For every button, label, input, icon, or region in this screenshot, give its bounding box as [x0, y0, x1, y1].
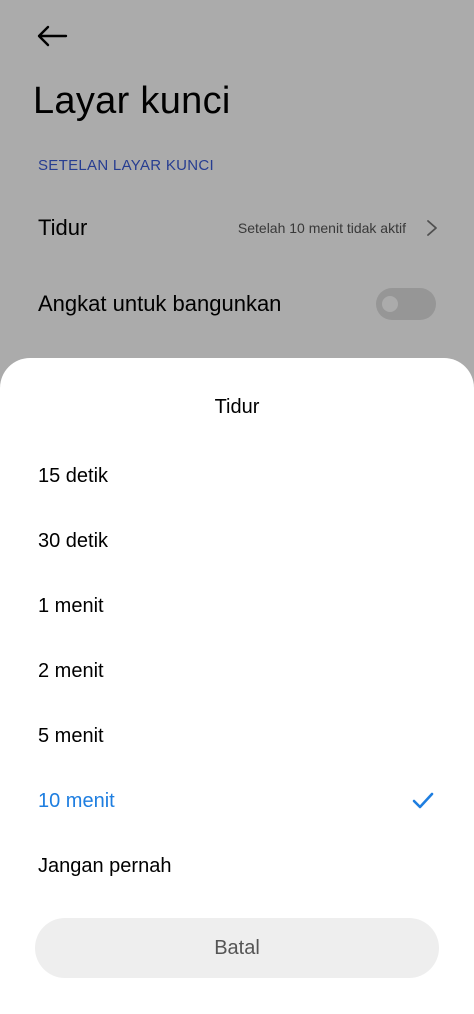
- cancel-button[interactable]: Batal: [35, 918, 439, 978]
- option-label: 30 detik: [38, 530, 109, 552]
- option-jangan-pernah[interactable]: Jangan pernah: [0, 835, 474, 900]
- option-1-menit[interactable]: 1 menit: [0, 575, 474, 640]
- option-2-menit[interactable]: 2 menit: [0, 640, 474, 705]
- option-label: 2 menit: [38, 660, 104, 682]
- sheet-title: Tidur: [214, 396, 260, 418]
- option-15-detik[interactable]: 15 detik: [0, 445, 474, 510]
- sleep-options-sheet: Tidur 15 detik 30 detik 1 menit 2 menit …: [0, 358, 474, 1014]
- option-label: Jangan pernah: [38, 855, 172, 877]
- option-10-menit[interactable]: 10 menit: [0, 770, 474, 835]
- check-icon: [412, 792, 434, 809]
- option-label: 15 detik: [38, 465, 109, 487]
- option-5-menit[interactable]: 5 menit: [0, 705, 474, 770]
- option-label: 10 menit: [38, 790, 115, 812]
- option-label: 5 menit: [38, 725, 104, 747]
- option-30-detik[interactable]: 30 detik: [0, 510, 474, 575]
- option-label: 1 menit: [38, 595, 104, 617]
